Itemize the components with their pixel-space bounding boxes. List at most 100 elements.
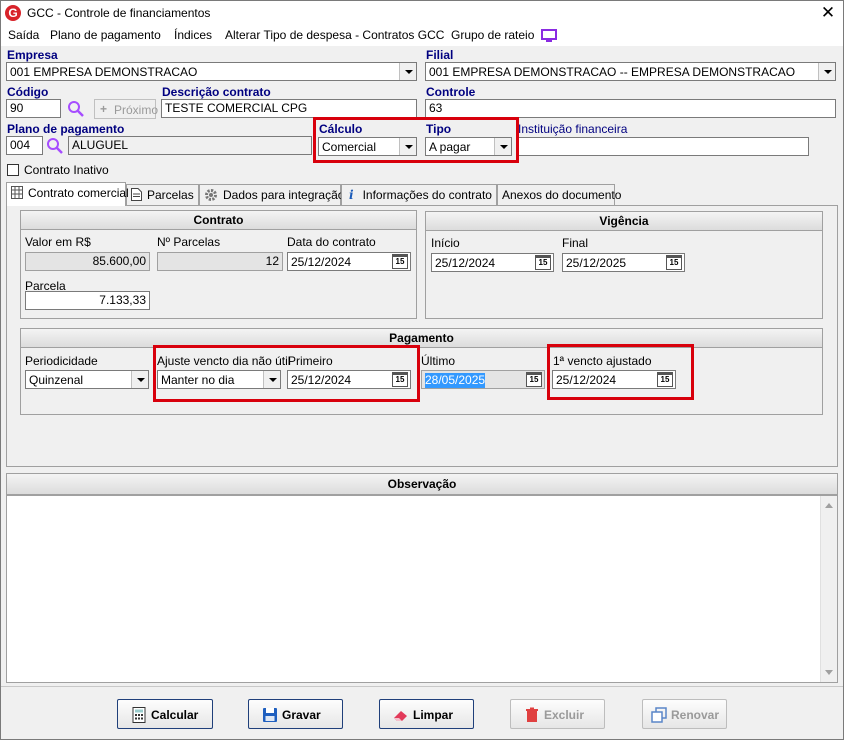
calendar-icon[interactable]: 15 [392, 372, 408, 387]
filial-label: Filial [426, 48, 454, 62]
tab-contrato-comercial[interactable]: Contrato comercial [6, 182, 129, 206]
calendar-icon: 15 [526, 372, 542, 387]
calculator-icon [132, 707, 146, 723]
excluir-button[interactable]: Excluir [510, 699, 605, 729]
gravar-button[interactable]: Gravar [248, 699, 343, 729]
search-icon[interactable] [46, 137, 64, 155]
ajuste-select[interactable]: Manter no dia [157, 370, 281, 389]
primeiro-label: Primeiro [288, 354, 333, 368]
periodicidade-label: Periodicidade [25, 354, 98, 368]
calendar-icon[interactable]: 15 [392, 254, 408, 269]
plano-code-input[interactable]: 004 [6, 136, 43, 155]
instituicao-input[interactable] [517, 137, 809, 156]
gear-icon [205, 189, 217, 201]
tab-label: Anexos do documento [502, 188, 622, 202]
limpar-button[interactable]: Limpar [379, 699, 474, 729]
data-contrato-label: Data do contrato [287, 235, 376, 249]
menu-plano-pagamento[interactable]: Plano de pagamento [50, 28, 161, 42]
window-title: GCC - Controle de financiamentos [27, 6, 211, 20]
monitor-icon[interactable] [541, 29, 557, 43]
chevron-down-icon[interactable] [263, 371, 280, 388]
chevron-down-icon[interactable] [494, 138, 511, 155]
vencto-ajustado-label: 1ª vencto ajustado [553, 354, 652, 368]
ultimo-field: 28/05/2025 15 [421, 370, 545, 389]
filial-select[interactable]: 001 EMPRESA DEMONSTRACAO -- EMPRESA DEMO… [425, 62, 836, 81]
inicio-input[interactable]: 25/12/2024 15 [431, 253, 554, 272]
calcular-button[interactable]: Calcular [117, 699, 213, 729]
codigo-input[interactable]: 90 [6, 99, 61, 118]
proximo-button[interactable]: + Próximo [94, 99, 159, 119]
descricao-input[interactable]: TESTE COMERCIAL CPG [161, 99, 417, 118]
renovar-button[interactable]: Renovar [642, 699, 727, 729]
proximo-label: Próximo [114, 103, 159, 117]
calendar-icon[interactable]: 15 [666, 255, 682, 270]
gravar-label: Gravar [282, 708, 321, 722]
chevron-down-icon[interactable] [131, 371, 148, 388]
contrato-inativo-label: Contrato Inativo [24, 163, 109, 177]
info-icon: i [349, 188, 354, 202]
chevron-down-icon[interactable] [818, 63, 835, 80]
tab-label: Dados para integração [223, 188, 345, 202]
menu-indices[interactable]: Índices [174, 28, 212, 42]
empresa-label: Empresa [7, 48, 58, 62]
scroll-down-icon[interactable] [825, 670, 833, 675]
contrato-group-title: Contrato [21, 211, 416, 230]
document-icon [131, 188, 142, 201]
final-input[interactable]: 25/12/2025 15 [562, 253, 685, 272]
periodicidade-select[interactable]: Quinzenal [25, 370, 149, 389]
menu-alterar-tipo-despesa[interactable]: Alterar Tipo de despesa - Contratos GCC [225, 28, 444, 42]
empresa-select[interactable]: 001 EMPRESA DEMONSTRACAO [6, 62, 417, 81]
plano-desc-field: ALUGUEL [68, 136, 312, 155]
observacao-scrollbar[interactable] [820, 496, 837, 682]
ajuste-value: Manter no dia [161, 373, 235, 387]
filial-value: 001 EMPRESA DEMONSTRACAO -- EMPRESA DEMO… [429, 65, 796, 79]
observacao-textarea[interactable] [6, 495, 838, 683]
data-contrato-input[interactable]: 25/12/2024 15 [287, 252, 411, 271]
eraser-icon [394, 711, 407, 721]
tab-anexos-documento[interactable]: Anexos do documento [497, 184, 621, 205]
pagamento-group-title: Pagamento [21, 329, 822, 348]
tab-parcelas[interactable]: Parcelas [126, 184, 199, 205]
controle-input[interactable]: 63 [425, 99, 836, 118]
ultimo-label: Último [421, 354, 456, 368]
tipo-select[interactable]: A pagar [425, 137, 512, 156]
tab-label: Contrato comercial [28, 186, 129, 200]
periodicidade-value: Quinzenal [29, 373, 84, 387]
calculo-value: Comercial [322, 140, 377, 154]
nparcelas-label: Nº Parcelas [157, 235, 221, 249]
valor-field: 85.600,00 [25, 252, 150, 271]
tab-label: Parcelas [147, 188, 194, 202]
tab-label: Informações do contrato [362, 188, 492, 202]
tipo-label: Tipo [426, 122, 452, 136]
observacao-title: Observação [7, 474, 837, 495]
calculo-label: Cálculo [319, 122, 363, 136]
final-value: 25/12/2025 [566, 256, 627, 270]
spreadsheet-icon [11, 186, 23, 199]
search-icon[interactable] [67, 100, 85, 118]
excluir-label: Excluir [544, 708, 585, 722]
calculo-select[interactable]: Comercial [318, 137, 417, 156]
trash-icon [526, 707, 538, 722]
empresa-value: 001 EMPRESA DEMONSTRACAO [10, 65, 198, 79]
menu-saida[interactable]: Saída [8, 28, 39, 42]
menu-grupo-rateio[interactable]: Grupo de rateio [451, 28, 534, 42]
menu-bar: Saída Plano de pagamento Índices Alterar… [0, 26, 844, 46]
renovar-label: Renovar [671, 708, 720, 722]
chevron-down-icon[interactable] [399, 63, 416, 80]
calendar-icon[interactable]: 15 [657, 372, 673, 387]
nparcelas-field: 12 [157, 252, 283, 271]
scroll-up-icon[interactable] [825, 503, 833, 508]
ultimo-value: 28/05/2025 [425, 373, 486, 388]
vencto-ajustado-value: 25/12/2024 [556, 373, 617, 387]
close-icon[interactable]: ✕ [818, 3, 838, 23]
tab-informacoes-contrato[interactable]: i Informações do contrato [341, 184, 497, 205]
vigencia-group-title: Vigência [426, 212, 822, 231]
observacao-header: Observação [6, 473, 838, 495]
contrato-inativo-checkbox[interactable] [7, 164, 19, 176]
tab-dados-integracao[interactable]: Dados para integração [199, 184, 345, 205]
vencto-ajustado-input[interactable]: 25/12/2024 15 [552, 370, 676, 389]
chevron-down-icon[interactable] [399, 138, 416, 155]
primeiro-input[interactable]: 25/12/2024 15 [287, 370, 411, 389]
calendar-icon[interactable]: 15 [535, 255, 551, 270]
parcela-input[interactable]: 7.133,33 [25, 291, 150, 310]
